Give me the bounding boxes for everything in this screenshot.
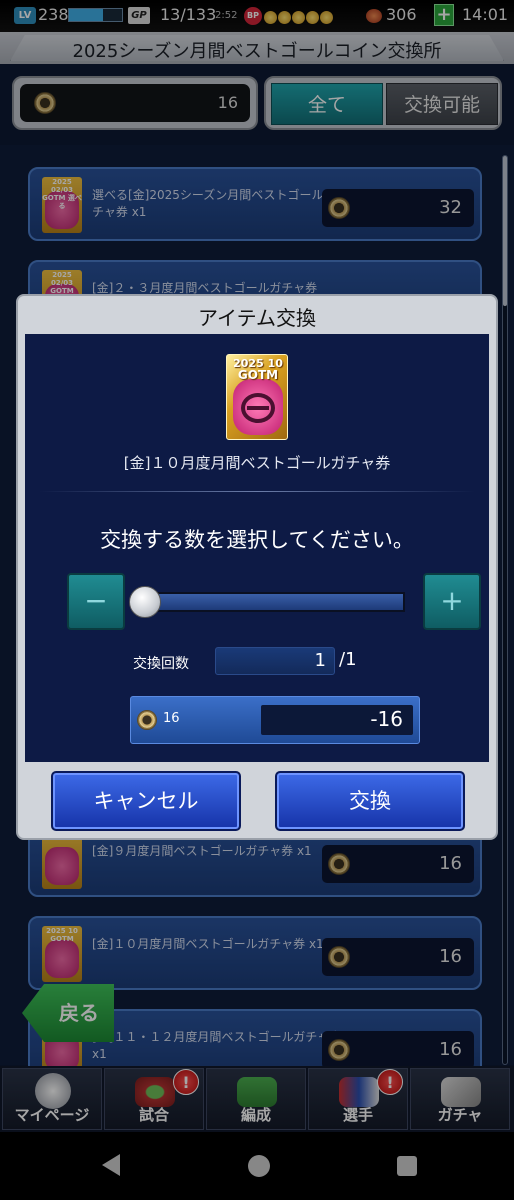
divider — [39, 491, 475, 492]
exchange-count-label: 交換回数 — [133, 656, 189, 672]
exchange-count-field: 1 — [215, 647, 335, 675]
decrement-button[interactable]: − — [67, 573, 125, 630]
increment-button[interactable]: + — [423, 573, 481, 630]
dialog-title: アイテム交換 — [198, 306, 316, 330]
cost-summary: 16 -16 — [130, 696, 420, 744]
dialog-item-name: [金]１０月度月間ベストゴールガチャ券 — [123, 454, 391, 472]
efootball-logo-icon — [241, 393, 275, 423]
card-tag: GOTM — [237, 368, 279, 382]
slider-handle[interactable] — [129, 586, 161, 618]
dialog-body: 2025 10 GOTM [金]１０月度月間ベストゴールガチャ券 交換する数を選… — [25, 334, 489, 762]
exchange-button[interactable]: 交換 — [275, 771, 465, 831]
exchange-count-max: /1 — [339, 649, 357, 670]
ticket-card-image: 2025 10 GOTM — [226, 354, 288, 440]
coin-balance-in-dialog: 16 — [163, 711, 180, 726]
cost-field: -16 — [261, 705, 413, 735]
cancel-button[interactable]: キャンセル — [51, 771, 241, 831]
exchange-count-value: 1 — [314, 650, 326, 671]
coin-icon — [137, 710, 157, 730]
quantity-prompt: 交換する数を選択してください。 — [100, 528, 414, 552]
item-exchange-dialog: アイテム交換 2025 10 GOTM [金]１０月度月間ベストゴールガチャ券 … — [16, 294, 498, 840]
quantity-slider[interactable] — [137, 592, 405, 612]
cost-deduction: -16 — [370, 707, 403, 731]
